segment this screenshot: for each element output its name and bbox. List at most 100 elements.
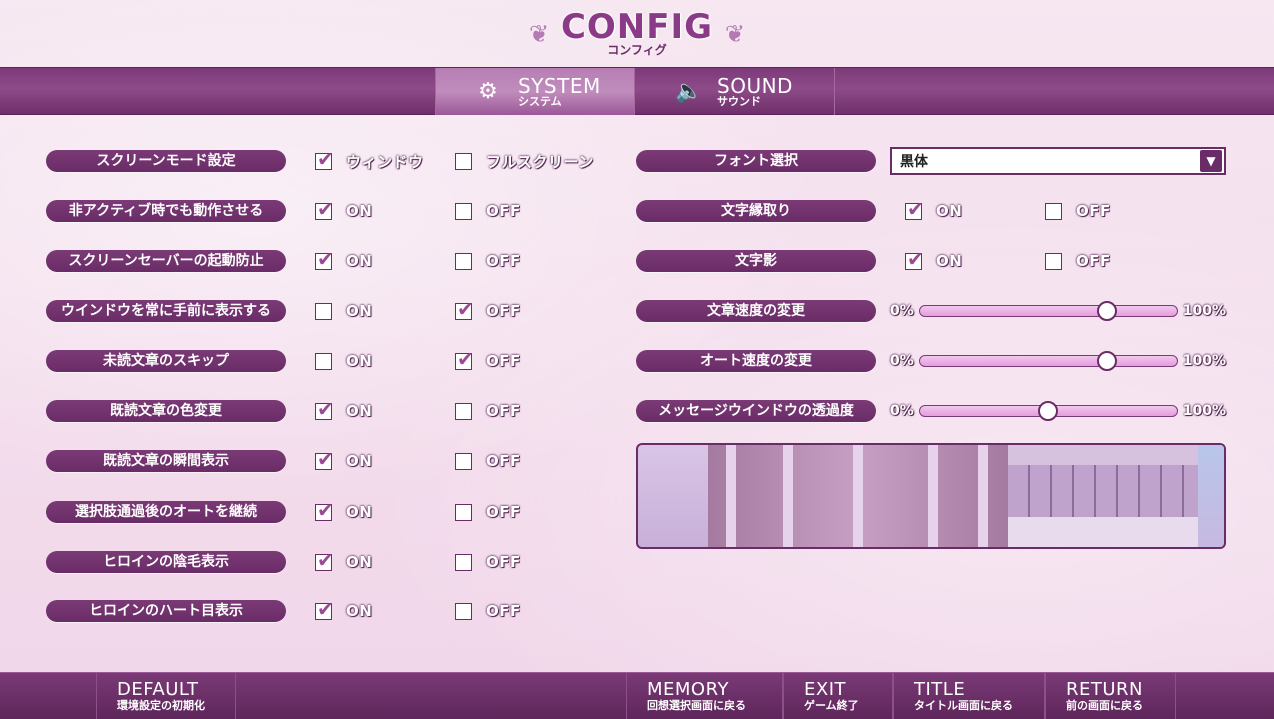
preview-sky: [1198, 445, 1224, 547]
memory-button[interactable]: MEMORY 回想選択画面に戻る: [626, 673, 783, 719]
checkbox[interactable]: [315, 498, 334, 522]
default-button-label: DEFAULT: [117, 678, 199, 700]
checkbox[interactable]: [455, 252, 472, 270]
setting-option-a[interactable]: ON: [315, 197, 372, 222]
gear-icon: ⚙: [478, 78, 498, 104]
return-button[interactable]: RETURN 前の画面に戻る: [1045, 673, 1176, 719]
setting-option-b[interactable]: OFF: [455, 501, 521, 523]
setting-option-a[interactable]: ON: [315, 247, 373, 272]
checkbox[interactable]: [315, 302, 332, 320]
memory-button-label: MEMORY: [647, 678, 729, 700]
setting-option-b[interactable]: OFF: [455, 347, 521, 372]
tab-system[interactable]: ⚙ SYSTEM システム: [435, 68, 635, 115]
checkbox[interactable]: [455, 553, 472, 571]
checkbox[interactable]: [455, 202, 472, 220]
checkbox-label: ON: [936, 202, 963, 220]
speaker-icon: 🔈: [675, 78, 703, 104]
exit-button-sublabel: ゲーム終了: [804, 698, 859, 712]
checkbox[interactable]: [455, 602, 472, 620]
slider-thumb[interactable]: [1038, 401, 1059, 421]
setting-option-a[interactable]: ウィンドウ: [315, 147, 424, 172]
checkbox[interactable]: [455, 297, 474, 321]
slider-thumb[interactable]: [1097, 351, 1118, 371]
font-select-label: フォント選択: [636, 150, 876, 172]
setting-option-a[interactable]: ON: [905, 247, 963, 272]
slider-min-label: 0%: [890, 403, 914, 419]
setting-option-b[interactable]: OFF: [455, 297, 521, 322]
setting-option-a[interactable]: ON: [315, 447, 372, 472]
slider-thumb[interactable]: [1097, 301, 1118, 321]
setting-label: 文字縁取り: [636, 200, 876, 222]
checkbox[interactable]: [315, 397, 334, 421]
setting-option-a[interactable]: ON: [315, 548, 372, 573]
slider-track[interactable]: [918, 401, 1178, 421]
default-button-sublabel: 環境設定の初期化: [117, 698, 205, 712]
setting-option-b[interactable]: OFF: [455, 600, 521, 622]
checkbox[interactable]: [315, 147, 334, 171]
slider-min-label: 0%: [890, 353, 914, 369]
setting-option-a[interactable]: ON: [315, 300, 372, 322]
setting-label: スクリーンセーバーの起動防止: [46, 250, 286, 272]
setting-option-b[interactable]: OFF: [455, 200, 521, 222]
setting-option-b[interactable]: OFF: [455, 400, 521, 422]
setting-option-a[interactable]: ON: [315, 597, 372, 622]
setting-option-a[interactable]: ON: [905, 197, 963, 222]
config-logo: ❦ CONFIG コンフィグ ❦: [529, 8, 745, 64]
preview-pillar: [783, 445, 793, 547]
checkbox-label: ON: [936, 252, 963, 270]
setting-option-b[interactable]: OFF: [455, 551, 521, 573]
exit-button[interactable]: EXIT ゲーム終了: [783, 673, 893, 719]
title-button[interactable]: TITLE タイトル画面に戻る: [893, 673, 1045, 719]
setting-option-b[interactable]: OFF: [455, 450, 521, 472]
setting-label: ウインドウを常に手前に表示する: [46, 300, 286, 322]
page-title: CONFIG: [560, 7, 714, 47]
checkbox[interactable]: [455, 402, 472, 420]
checkbox[interactable]: [315, 548, 334, 572]
title-button-sublabel: タイトル画面に戻る: [914, 698, 1013, 712]
checkbox[interactable]: [1045, 202, 1062, 220]
checkbox[interactable]: [1045, 252, 1062, 270]
chevron-down-icon[interactable]: ▼: [1200, 150, 1222, 172]
slider-max-label: 100%: [1182, 353, 1226, 369]
checkbox[interactable]: [455, 503, 472, 521]
flourish-right-icon: ❦: [724, 20, 745, 48]
setting-option-b[interactable]: フルスクリーン: [455, 150, 594, 172]
setting-label: 文字影: [636, 250, 876, 272]
setting-option-a[interactable]: ON: [315, 397, 372, 422]
checkbox-label: ON: [346, 302, 373, 320]
setting-option-b[interactable]: OFF: [455, 250, 521, 272]
checkbox[interactable]: [455, 347, 474, 371]
checkbox-label: ON: [346, 352, 373, 370]
checkbox[interactable]: [315, 352, 332, 370]
checkbox[interactable]: [315, 597, 334, 621]
tab-sound[interactable]: 🔈 SOUND サウンド: [635, 68, 835, 115]
setting-option-a[interactable]: ON: [315, 350, 372, 372]
setting-label: ヒロインのハート目表示: [46, 600, 286, 622]
checkbox[interactable]: [455, 152, 472, 170]
font-select-value: 黒体: [900, 154, 928, 170]
setting-option-a[interactable]: ON: [315, 498, 372, 523]
slider: 0% 100%: [890, 350, 1226, 372]
slider-track[interactable]: [918, 301, 1178, 321]
slider-min-label: 0%: [890, 303, 914, 319]
checkbox-label: ON: [346, 252, 373, 270]
exit-button-label: EXIT: [804, 678, 847, 700]
font-select[interactable]: 黒体 ▼: [890, 147, 1226, 175]
slider-max-label: 100%: [1182, 403, 1226, 419]
checkbox[interactable]: [905, 197, 924, 221]
checkbox[interactable]: [315, 247, 334, 271]
slider-track[interactable]: [918, 351, 1178, 371]
preview-pillar: [853, 445, 863, 547]
slider-label: オート速度の変更: [636, 350, 876, 372]
checkbox[interactable]: [315, 197, 334, 221]
checkbox[interactable]: [905, 247, 924, 271]
default-button[interactable]: DEFAULT 環境設定の初期化: [96, 673, 236, 719]
preview-rail: [1008, 517, 1198, 547]
setting-option-b[interactable]: OFF: [1045, 250, 1111, 272]
checkbox[interactable]: [455, 452, 472, 470]
setting-option-b[interactable]: OFF: [1045, 200, 1111, 222]
checkbox-label: OFF: [486, 553, 521, 571]
header: ❦ CONFIG コンフィグ ❦: [0, 0, 1274, 68]
checkbox[interactable]: [315, 447, 334, 471]
checkbox-label: OFF: [486, 352, 521, 370]
